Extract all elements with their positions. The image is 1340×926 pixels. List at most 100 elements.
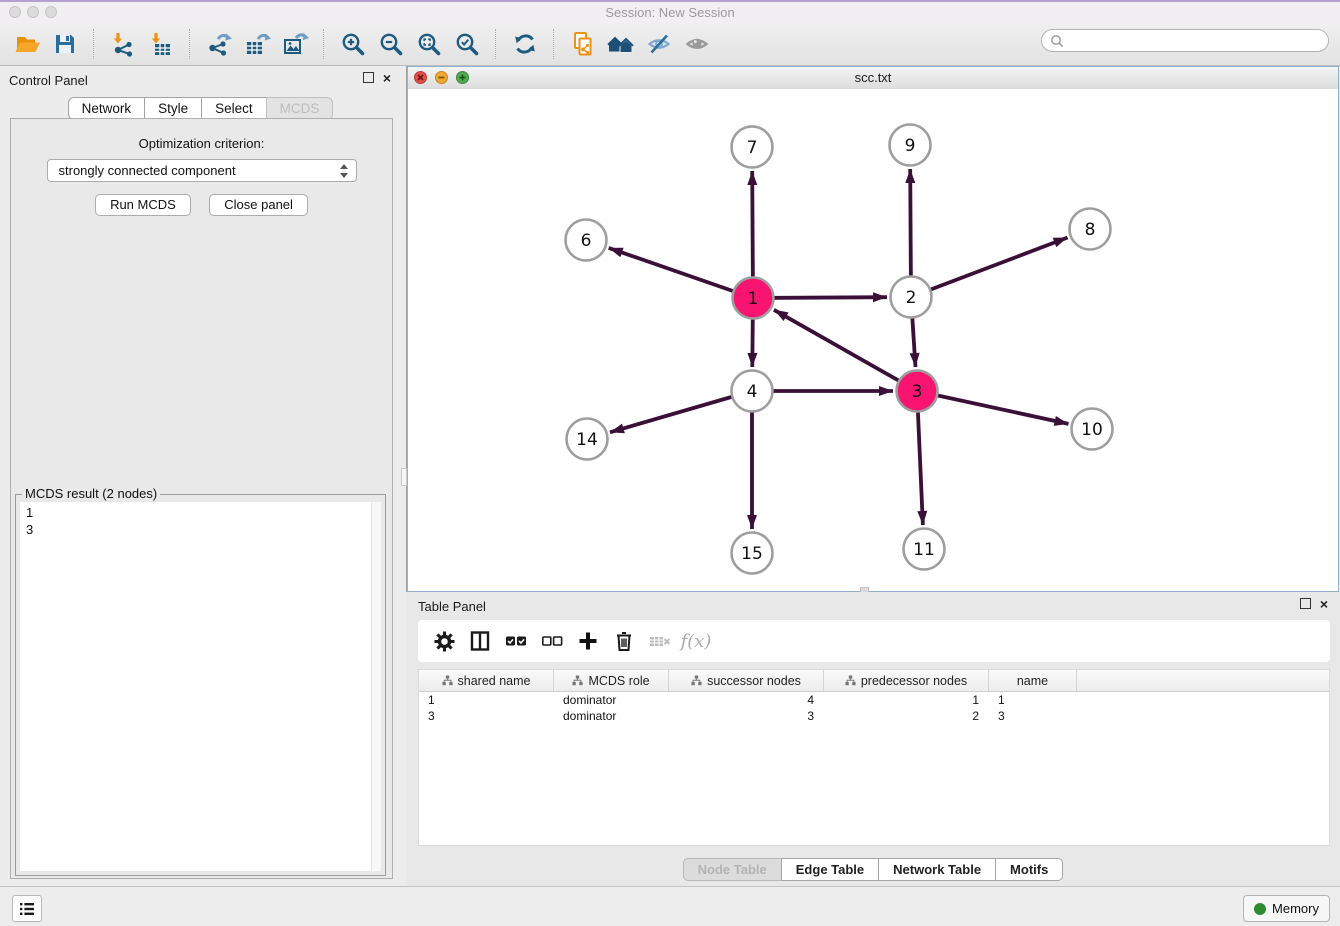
close-table-panel-icon[interactable]: × — [1320, 599, 1328, 609]
export-image-button[interactable] — [276, 25, 314, 63]
hide-selected-button[interactable] — [640, 25, 678, 63]
memory-button[interactable]: Memory — [1243, 895, 1330, 922]
first-neighbors-button[interactable] — [602, 25, 640, 63]
delete-table-icon — [648, 630, 672, 652]
clone-network-button[interactable] — [564, 25, 602, 63]
graph-node-8[interactable]: 8 — [1070, 209, 1111, 250]
application-window: Session: New Session — [0, 0, 1340, 926]
eye-icon — [684, 31, 711, 57]
float-panel-icon[interactable] — [363, 72, 374, 83]
table-row[interactable]: 1dominator411 — [419, 692, 1329, 708]
column-header-label: shared name — [458, 674, 531, 688]
tab-select[interactable]: Select — [201, 97, 267, 120]
control-panel-title: Control Panel — [9, 73, 88, 88]
export-network-button[interactable] — [200, 25, 238, 63]
zoom-out-button[interactable] — [372, 25, 410, 63]
table-cell-shared-name[interactable]: 3 — [419, 708, 554, 724]
node-table: shared name MCDS rolesuccessor nodesprede… — [418, 669, 1330, 846]
status-bar: Memory — [0, 886, 1340, 926]
run-mcds-button[interactable]: Run MCDS — [95, 194, 191, 216]
table-cell-name[interactable]: 1 — [989, 692, 1077, 708]
search-field-container — [1041, 29, 1329, 52]
tab-motifs[interactable]: Motifs — [995, 858, 1063, 881]
table-cell-predecessor-nodes[interactable]: 2 — [824, 708, 989, 724]
graph-edge-2-8[interactable] — [911, 238, 1068, 298]
table-cell-MCDS-role[interactable]: dominator — [554, 708, 669, 724]
open-session-button[interactable] — [8, 25, 46, 63]
import-table-button[interactable] — [142, 25, 180, 63]
search-icon — [1050, 34, 1064, 48]
import-network-button[interactable] — [104, 25, 142, 63]
graph-node-label: 6 — [581, 231, 592, 251]
zoom-in-button[interactable] — [334, 25, 372, 63]
graph-node-2[interactable]: 2 — [891, 277, 932, 318]
graph-node-9[interactable]: 9 — [890, 125, 931, 166]
toolbar-separator — [553, 29, 555, 59]
graph-node-11[interactable]: 11 — [904, 529, 945, 570]
tab-style[interactable]: Style — [144, 97, 202, 120]
column-header-shared-name[interactable]: shared name — [419, 670, 554, 691]
export-network-icon — [206, 31, 232, 57]
mcds-result-scrollbar[interactable] — [371, 502, 381, 871]
add-column-button[interactable] — [572, 625, 604, 657]
tab-node-table[interactable]: Node Table — [683, 858, 782, 881]
graph-node-3[interactable]: 3 — [897, 371, 938, 412]
table-row[interactable]: 3dominator323 — [419, 708, 1329, 724]
graph-edge-4-14[interactable] — [610, 391, 752, 432]
graph-node-7[interactable]: 7 — [732, 127, 773, 168]
graph-edge-3-10[interactable] — [917, 391, 1069, 424]
table-body: 1dominator4113dominator323 — [419, 692, 1329, 724]
delete-table-button-disabled — [644, 625, 676, 657]
import-network-icon — [110, 31, 136, 57]
column-header-predecessor-nodes[interactable]: predecessor nodes — [824, 670, 989, 691]
deselect-all-button[interactable] — [536, 625, 568, 657]
table-cell-successor-nodes[interactable]: 4 — [669, 692, 824, 708]
table-cell-name[interactable]: 3 — [989, 708, 1077, 724]
graph-node-10[interactable]: 10 — [1072, 409, 1113, 450]
table-cell-shared-name[interactable]: 1 — [419, 692, 554, 708]
network-canvas[interactable]: 7 9 6 8 1 2 4 3 14 10 15 11 — [408, 89, 1338, 591]
graph-edge-3-1[interactable] — [774, 310, 917, 391]
graph-node-15[interactable]: 15 — [732, 533, 773, 574]
graph-node-4[interactable]: 4 — [732, 371, 773, 412]
tab-edge-table[interactable]: Edge Table — [781, 858, 879, 881]
table-cell-predecessor-nodes[interactable]: 1 — [824, 692, 989, 708]
export-table-button[interactable] — [238, 25, 276, 63]
graph-edge-1-6[interactable] — [609, 248, 753, 298]
graph-node-1[interactable]: 1 — [733, 278, 774, 319]
table-settings-button[interactable] — [428, 625, 460, 657]
zoom-fit-button[interactable] — [410, 25, 448, 63]
table-cell-successor-nodes[interactable]: 3 — [669, 708, 824, 724]
optimization-criterion-dropdown[interactable]: strongly connected component — [47, 159, 357, 182]
column-header-name[interactable]: name — [989, 670, 1077, 691]
tab-network[interactable]: Network — [68, 97, 146, 120]
tab-network-table[interactable]: Network Table — [878, 858, 996, 881]
toolbar-separator — [495, 29, 497, 59]
graph-node-label: 8 — [1085, 220, 1096, 240]
column-header-MCDS-role[interactable]: MCDS role — [554, 670, 669, 691]
save-disk-icon — [52, 31, 78, 57]
graph-node-14[interactable]: 14 — [567, 419, 608, 460]
mcds-result-list[interactable]: 13 — [20, 502, 381, 871]
show-column-button[interactable] — [464, 625, 496, 657]
apply-layout-button[interactable] — [506, 25, 544, 63]
mcds-result-line: 3 — [20, 521, 381, 538]
task-history-button[interactable] — [12, 895, 42, 922]
delete-column-button[interactable] — [608, 625, 640, 657]
export-image-icon — [282, 31, 309, 57]
memory-label: Memory — [1272, 901, 1319, 916]
network-window-titlebar[interactable]: scc.txt — [408, 67, 1338, 90]
select-all-button[interactable] — [500, 625, 532, 657]
table-toolbar: f(x) — [418, 620, 1330, 662]
search-input[interactable] — [1064, 33, 1328, 48]
column-header-successor-nodes[interactable]: successor nodes — [669, 670, 824, 691]
close-panel-icon[interactable]: × — [383, 73, 391, 83]
save-session-button[interactable] — [46, 25, 84, 63]
graph-node-6[interactable]: 6 — [566, 220, 607, 261]
zoom-selected-button[interactable] — [448, 25, 486, 63]
show-all-button[interactable] — [678, 25, 716, 63]
tab-mcds[interactable]: MCDS — [266, 97, 334, 120]
table-cell-MCDS-role[interactable]: dominator — [554, 692, 669, 708]
float-table-panel-icon[interactable] — [1300, 598, 1311, 609]
close-panel-button[interactable]: Close panel — [209, 194, 308, 216]
